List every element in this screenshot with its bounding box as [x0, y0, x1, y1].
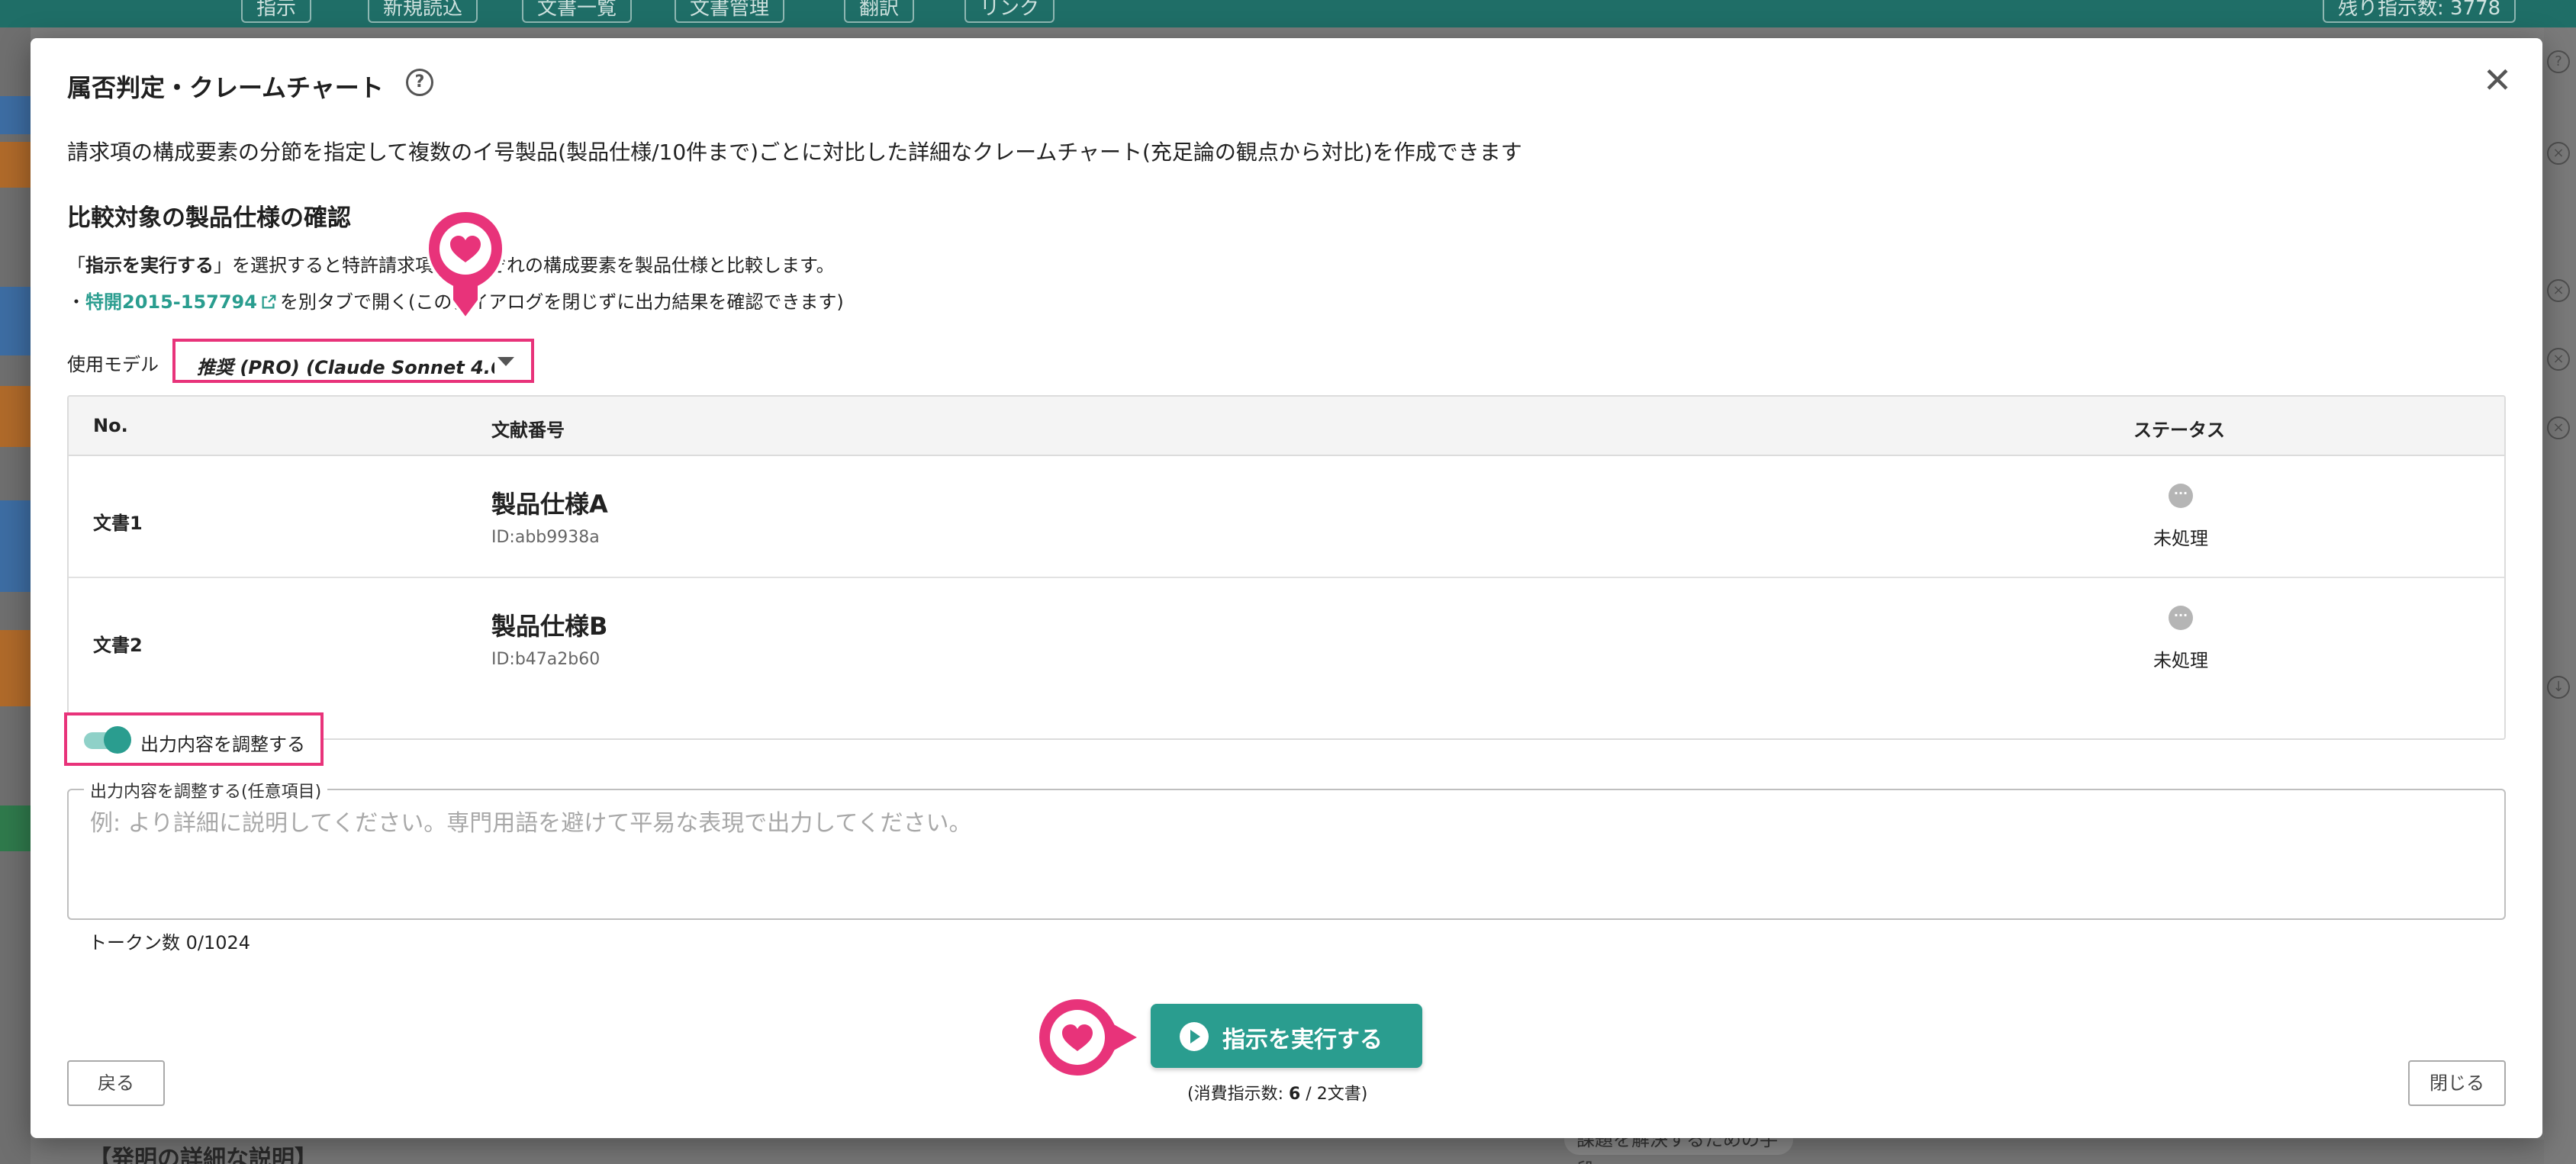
model-label: 使用モデル	[67, 354, 159, 375]
row-no: 文書2	[93, 635, 143, 656]
bg-tab-doclist: 文書一覧	[522, 0, 633, 23]
col-status: ステータス	[2133, 420, 2225, 441]
close-icon[interactable]: ✕	[2478, 61, 2516, 99]
row-id: ID:b47a2b60	[491, 650, 601, 669]
bg-bottom-heading: 【発明の詳細な説明】	[89, 1146, 317, 1164]
instruction-bold: 指示を実行する	[85, 255, 214, 276]
row-status: 未処理	[2153, 528, 2208, 549]
adjust-output-input[interactable]	[90, 804, 2478, 903]
field-legend: 出力内容を調整する(任意項目)	[84, 778, 328, 802]
adjust-output-field: 出力内容を調整する(任意項目)	[67, 778, 2506, 920]
bg-tab-new: 新規読込	[368, 0, 478, 23]
bg-left-panel	[0, 27, 31, 1164]
dialog-title: 属否判定・クレームチャート	[67, 73, 384, 102]
bg-tab-link: リンク	[964, 0, 1055, 23]
heart-pin-icon	[1035, 995, 1144, 1079]
model-selected-value: 推奨 (PRO) (Claude Sonnet 4.6 ...	[197, 357, 494, 378]
table-row[interactable]: 文書1 製品仕様A ID:abb9938a ··· 未処理	[69, 456, 2504, 578]
heart-pin-icon	[425, 208, 506, 322]
dialog-description: 請求項の構成要素の分節を指定して複数のイ号製品(製品仕様/10件まで)ごとに対比…	[67, 140, 1522, 165]
bg-remaining: 残り指示数: 3778	[2323, 0, 2516, 23]
row-status: 未処理	[2153, 650, 2208, 671]
toggle-knob[interactable]	[104, 726, 131, 754]
play-icon	[1180, 1022, 1209, 1051]
section-title: 比較対象の製品仕様の確認	[67, 204, 351, 232]
bg-tab-translate: 翻訳	[844, 0, 915, 23]
chevron-down-icon	[497, 357, 514, 366]
patent-link[interactable]: 特開2015-157794	[85, 291, 257, 313]
col-doc-number: 文献番号	[491, 420, 565, 441]
app-top-bar: 指示 新規読込 文書一覧 文書管理 翻訳 リンク 残り指示数: 3778	[0, 0, 2576, 27]
token-count: トークン数 0/1024	[89, 932, 251, 953]
model-select[interactable]: 推奨 (PRO) (Claude Sonnet 4.6 ...	[172, 339, 534, 383]
row-no: 文書1	[93, 513, 143, 534]
instruction-cost: (消費指示数: 6 / 2文書)	[1187, 1085, 1368, 1104]
bg-tab-docmanage: 文書管理	[675, 0, 785, 23]
bg-bottom-strip	[31, 1140, 2544, 1164]
pending-icon: ···	[2169, 606, 2193, 630]
table-row[interactable]: 文書2 製品仕様B ID:b47a2b60 ··· 未処理	[69, 578, 2504, 700]
execute-button[interactable]: 指示を実行する	[1151, 1004, 1422, 1068]
table-header: No. 文献番号 ステータス	[69, 397, 2504, 456]
external-link-icon[interactable]	[260, 294, 277, 310]
pending-icon: ···	[2169, 484, 2193, 508]
back-button[interactable]: 戻る	[67, 1060, 165, 1106]
close-button[interactable]: 閉じる	[2408, 1060, 2506, 1106]
product-spec-table: No. 文献番号 ステータス 文書1 製品仕様A ID:abb9938a ···…	[67, 395, 2506, 740]
bg-tab-instruct: 指示	[241, 0, 312, 23]
toggle-label: 出力内容を調整する	[140, 734, 305, 755]
bg-right-panel: ? × × × × ↓	[2544, 27, 2576, 1164]
claim-chart-dialog: 属否判定・クレームチャート ? ✕ 請求項の構成要素の分節を指定して複数のイ号製…	[31, 38, 2542, 1138]
adjust-output-toggle[interactable]: 出力内容を調整する	[64, 712, 324, 766]
col-no: No.	[93, 415, 128, 436]
help-icon[interactable]: ?	[406, 69, 433, 96]
execute-button-label: 指示を実行する	[1222, 1027, 1383, 1053]
row-id: ID:abb9938a	[491, 528, 600, 547]
row-title: 製品仕様A	[491, 490, 608, 519]
row-title: 製品仕様B	[491, 612, 608, 641]
